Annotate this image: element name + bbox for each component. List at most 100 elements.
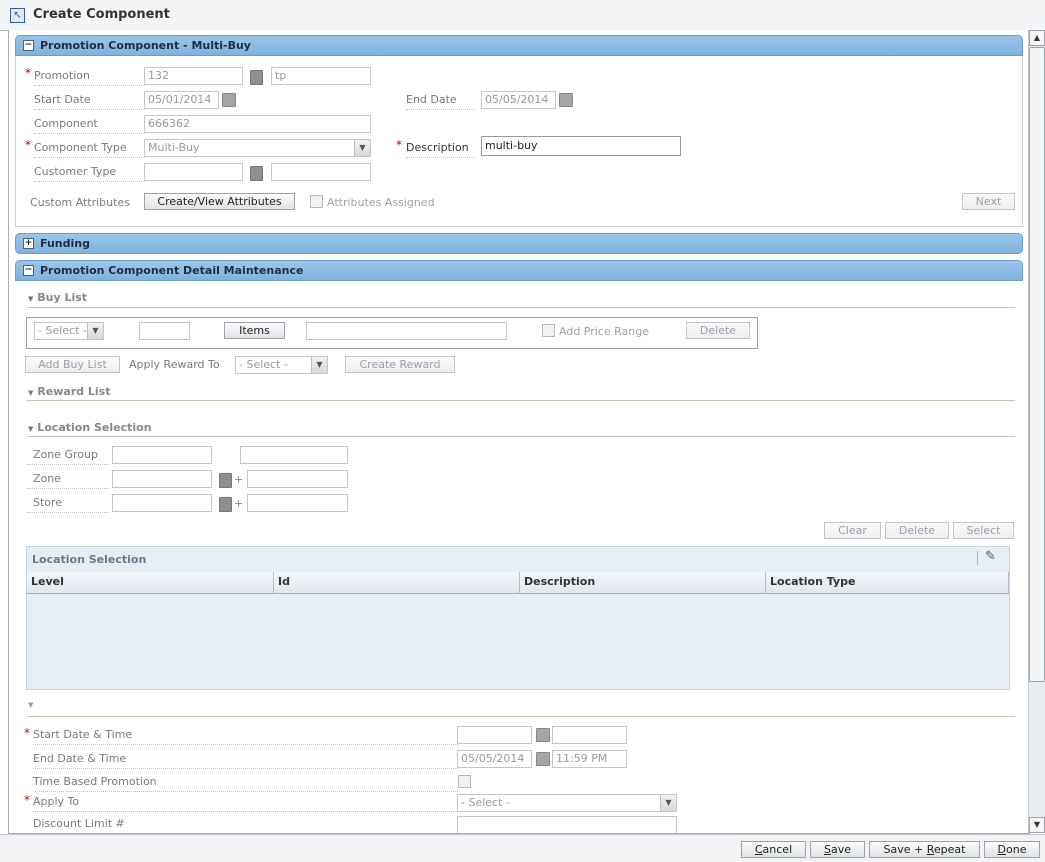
chevron-down-icon[interactable]: ▼ xyxy=(660,795,676,811)
promotion-lookup-icon[interactable] xyxy=(250,70,263,85)
end-date-time-calendar-icon[interactable] xyxy=(536,752,550,766)
reward-list-title: Reward List xyxy=(37,385,111,398)
section-title: Promotion Component Detail Maintenance xyxy=(40,264,304,277)
store-desc-input[interactable] xyxy=(247,494,348,512)
discount-limit-input[interactable] xyxy=(457,816,677,833)
component-type-select[interactable]: Multi-Buy ▼ xyxy=(144,139,371,157)
attributes-assigned-label: Attributes Assigned xyxy=(327,196,435,209)
add-buy-list-button[interactable]: Add Buy List xyxy=(25,356,120,373)
customer-type-desc-input[interactable] xyxy=(271,163,371,181)
zone-group-input[interactable] xyxy=(112,446,212,464)
table-header-row: Level Id Description Location Type xyxy=(27,572,1009,594)
apply-reward-to-select[interactable]: - Select - ▼ xyxy=(235,356,328,374)
section-body-multi-buy: * Promotion 132 tp Start Date 05/01/2014… xyxy=(15,56,1023,227)
column-header-level[interactable]: Level xyxy=(27,572,274,594)
done-button[interactable]: Done xyxy=(984,841,1040,858)
section-header-detail-maintenance[interactable]: − Promotion Component Detail Maintenance xyxy=(15,260,1023,281)
divider xyxy=(977,551,978,565)
end-date-time-date-input[interactable]: 05/05/2014 xyxy=(457,750,532,768)
start-date-calendar-icon[interactable] xyxy=(222,93,236,107)
end-date-calendar-icon[interactable] xyxy=(559,93,573,107)
collapse-icon[interactable]: − xyxy=(23,265,34,276)
component-input[interactable]: 666362 xyxy=(144,115,371,133)
buy-list-delete-button[interactable]: Delete xyxy=(686,322,750,339)
save-button[interactable]: Save xyxy=(810,841,865,858)
end-date-input[interactable]: 05/05/2014 xyxy=(481,91,556,109)
clear-button[interactable]: Clear xyxy=(824,522,881,539)
required-mark: * xyxy=(24,726,30,740)
disclosure-triangle-icon[interactable]: ▼ xyxy=(28,701,33,709)
promotion-desc-input[interactable]: tp xyxy=(271,67,371,85)
store-label-row: Store xyxy=(27,496,109,513)
zone-group-label-row: Zone Group xyxy=(27,448,109,465)
scroll-down-icon[interactable]: ▼ xyxy=(1029,817,1045,833)
location-selection-header[interactable]: ▼ Location Selection xyxy=(28,421,152,434)
zone-lookup-icon[interactable] xyxy=(219,473,232,488)
store-input[interactable] xyxy=(112,494,212,512)
description-input[interactable]: multi-buy xyxy=(481,136,681,156)
expand-icon[interactable]: + xyxy=(23,238,34,249)
scrollbar-thumb[interactable] xyxy=(1029,47,1045,682)
buy-list-qty-input[interactable] xyxy=(139,322,190,340)
zone-input[interactable] xyxy=(112,470,212,488)
customer-type-lookup-icon[interactable] xyxy=(250,166,263,181)
time-based-promotion-checkbox[interactable] xyxy=(458,775,471,788)
end-time-input[interactable]: 11:59 PM xyxy=(552,750,627,768)
zone-group-desc-input[interactable] xyxy=(240,446,348,464)
buy-list-header[interactable]: ▼ Buy List xyxy=(28,291,87,304)
buy-list-type-value: - Select - xyxy=(38,324,87,337)
apply-to-value: - Select - xyxy=(461,796,510,809)
column-header-description[interactable]: Description xyxy=(520,572,766,594)
scroll-up-icon[interactable]: ▲ xyxy=(1029,30,1045,46)
buy-list-items-input[interactable] xyxy=(306,322,507,340)
promotion-id-input[interactable]: 132 xyxy=(144,67,243,85)
chevron-down-icon[interactable]: ▼ xyxy=(354,140,370,156)
location-delete-button[interactable]: Delete xyxy=(885,522,949,539)
column-header-id[interactable]: Id xyxy=(274,572,520,594)
required-mark: * xyxy=(396,138,402,152)
add-price-range-checkbox[interactable] xyxy=(542,324,555,337)
items-button[interactable]: Items xyxy=(224,322,285,339)
location-table-title: Location Selection xyxy=(32,553,147,566)
section-header-multi-buy[interactable]: − Promotion Component - Multi-Buy xyxy=(15,35,1023,56)
apply-to-label-row: Apply To xyxy=(33,795,458,812)
cancel-button[interactable]: Cancel xyxy=(741,841,806,858)
time-based-promotion-label: Time Based Promotion xyxy=(33,775,157,788)
collapse-icon[interactable]: − xyxy=(23,40,34,51)
promotion-label-row: Promotion xyxy=(34,69,146,86)
promotion-label: Promotion xyxy=(34,69,90,82)
apply-reward-to-label: Apply Reward To xyxy=(129,358,220,371)
section-title: Funding xyxy=(40,237,90,250)
start-date-time-date-input[interactable] xyxy=(457,726,532,744)
apply-to-select[interactable]: - Select - ▼ xyxy=(457,794,677,812)
customer-type-input[interactable] xyxy=(144,163,243,181)
reward-list-header[interactable]: ▼ Reward List xyxy=(28,385,110,398)
component-type-label: Component Type xyxy=(34,141,127,154)
select-button[interactable]: Select xyxy=(953,522,1014,539)
create-view-attributes-button[interactable]: Create/View Attributes xyxy=(144,193,295,210)
start-date-input[interactable]: 05/01/2014 xyxy=(144,91,219,109)
discount-limit-label: Discount Limit # xyxy=(33,817,125,830)
zone-desc-input[interactable] xyxy=(247,470,348,488)
location-selection-title: Location Selection xyxy=(37,421,152,434)
attributes-assigned-checkbox[interactable] xyxy=(310,195,323,208)
customer-type-label: Customer Type xyxy=(34,165,117,178)
create-reward-button[interactable]: Create Reward xyxy=(345,356,455,373)
vertical-scrollbar[interactable]: ▲ ▼ xyxy=(1028,30,1045,833)
end-date-label-row: End Date xyxy=(406,93,476,110)
column-header-location-type[interactable]: Location Type xyxy=(766,572,1009,594)
zone-group-label: Zone Group xyxy=(33,448,98,461)
start-time-input[interactable] xyxy=(552,726,627,744)
title-bar: ↖ Create Component xyxy=(0,0,1045,31)
save-repeat-button[interactable]: Save + Repeat xyxy=(869,841,980,858)
store-lookup-icon[interactable] xyxy=(219,497,232,512)
chevron-down-icon[interactable]: ▼ xyxy=(311,357,327,373)
chevron-down-icon[interactable]: ▼ xyxy=(87,323,103,339)
start-date-time-calendar-icon[interactable] xyxy=(536,728,550,742)
edit-pencil-icon[interactable]: ✎ xyxy=(985,549,996,564)
buy-list-type-select[interactable]: - Select - ▼ xyxy=(34,322,104,340)
next-button[interactable]: Next xyxy=(962,193,1015,210)
location-table: Location Selection ✎ Level Id Descriptio… xyxy=(26,546,1010,690)
section-header-funding[interactable]: + Funding xyxy=(15,233,1023,254)
disclosure-triangle-icon: ▼ xyxy=(28,389,34,397)
